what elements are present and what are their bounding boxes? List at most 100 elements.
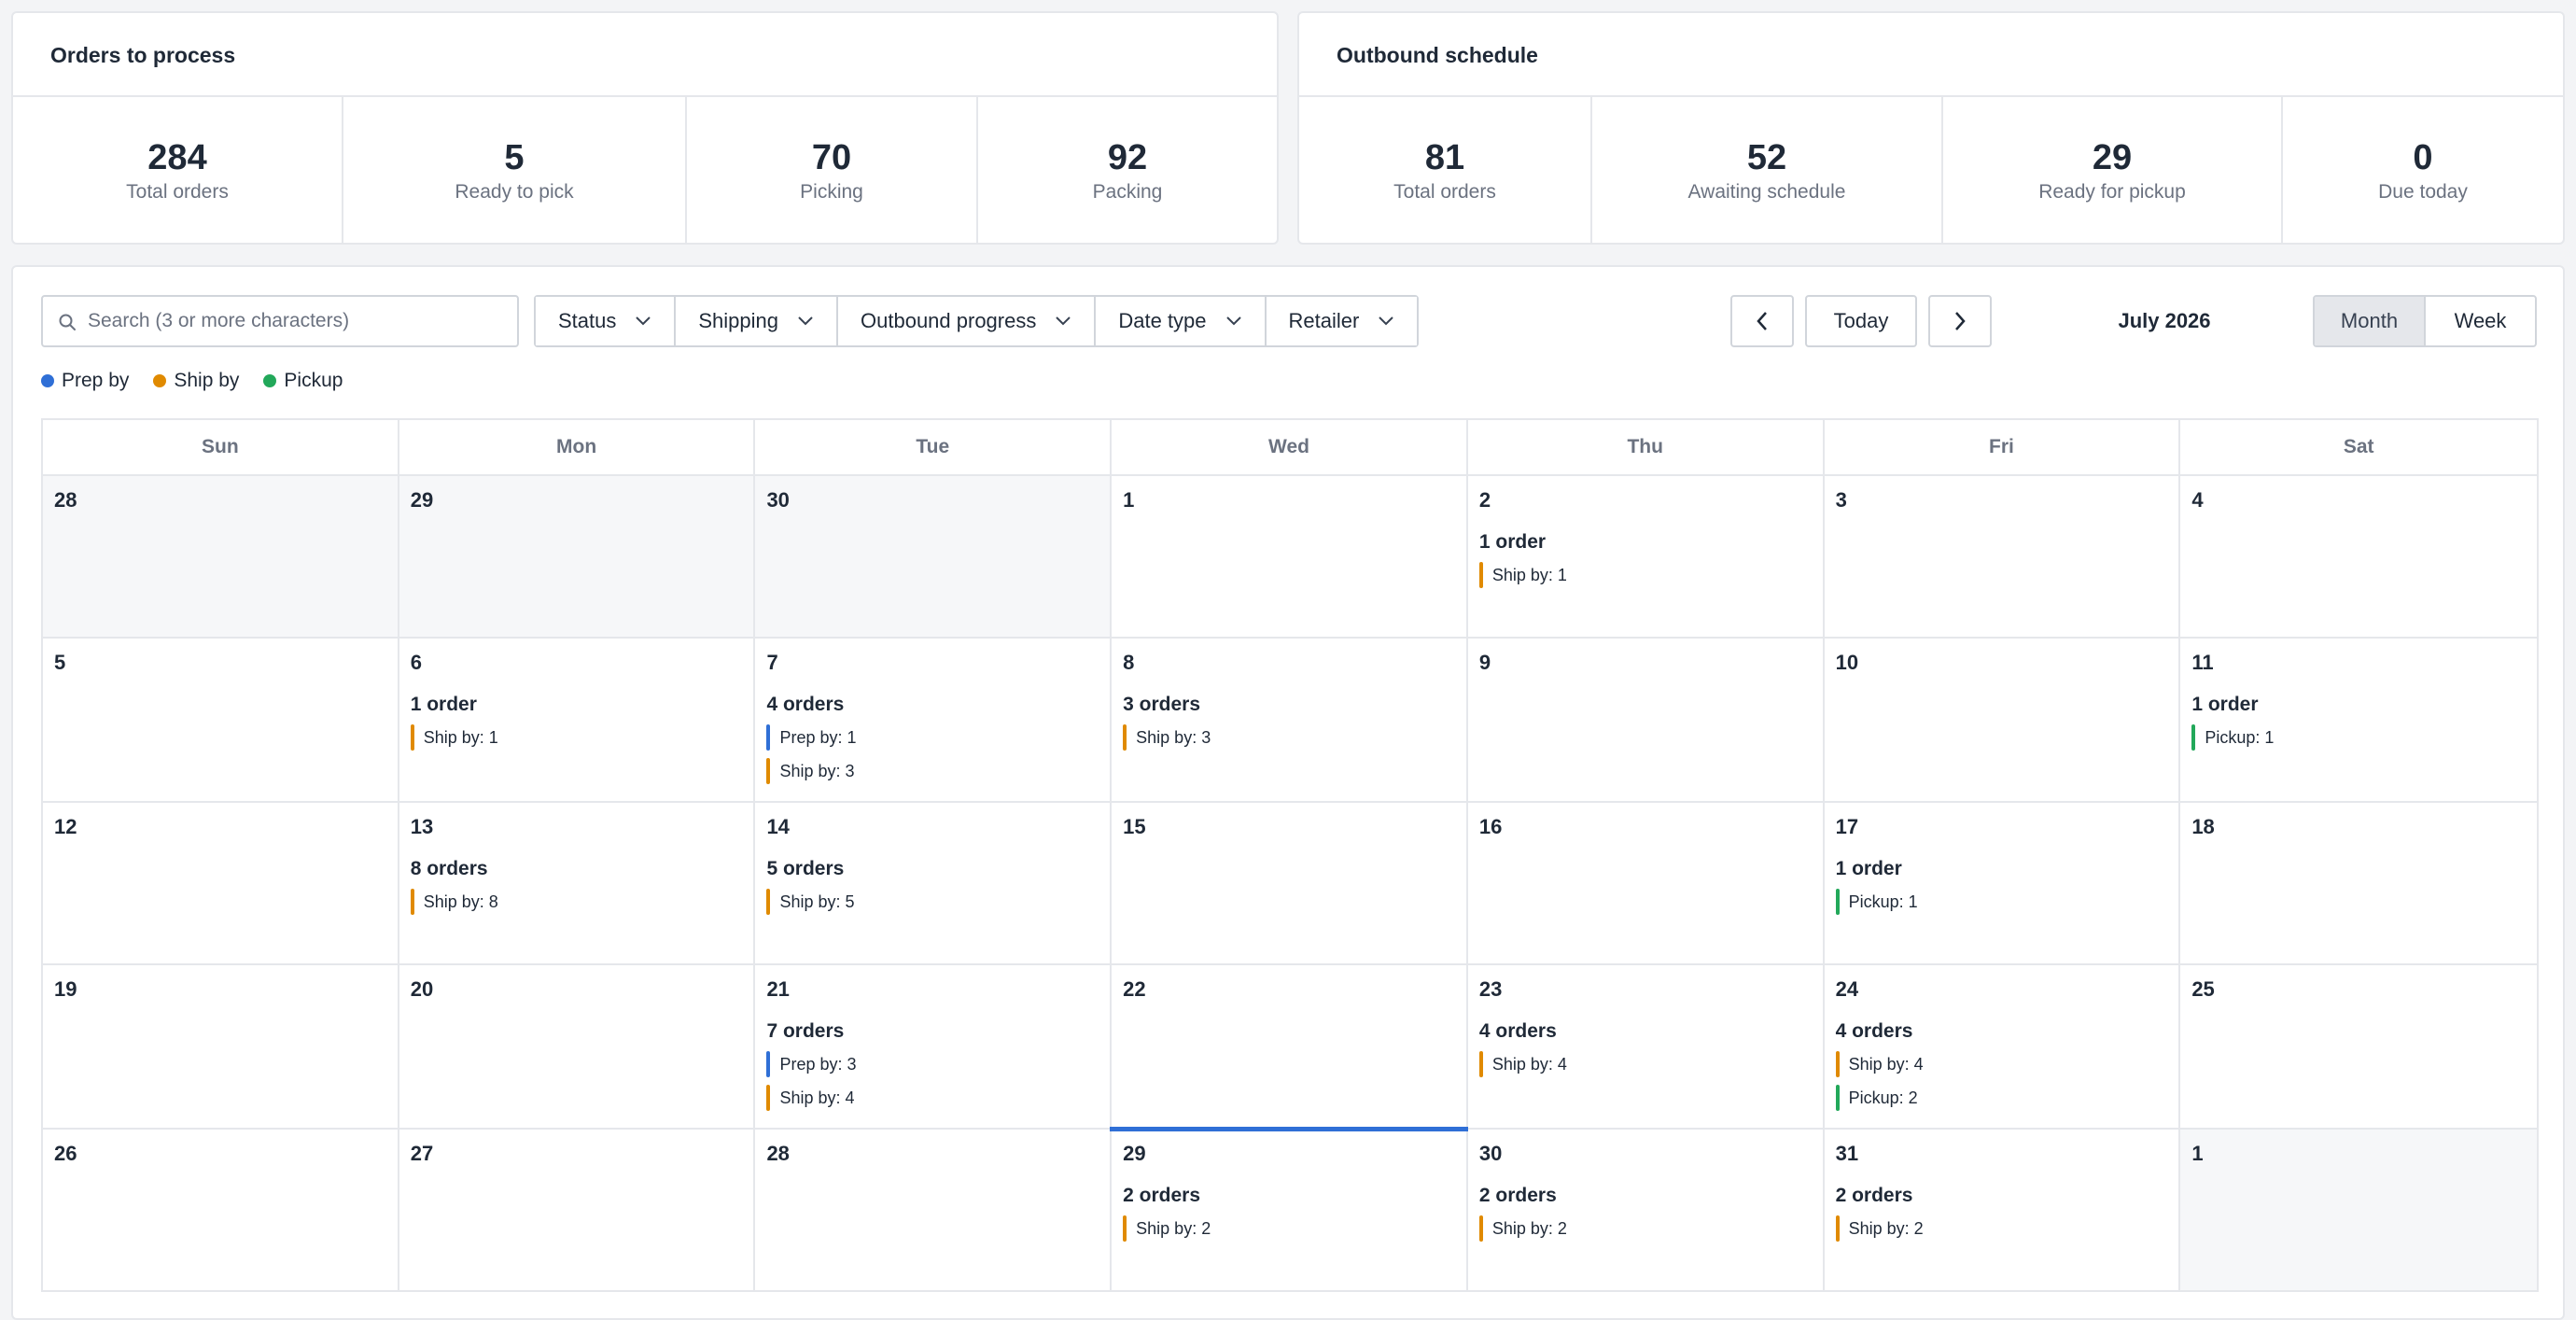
calendar-day[interactable]: 18	[2180, 803, 2537, 963]
filter-retailer[interactable]: Retailer	[1266, 297, 1418, 345]
event-pickup[interactable]: Pickup: 2	[1835, 1085, 2168, 1111]
day-order-count[interactable]: 3 orders	[1123, 693, 1455, 717]
calendar-day[interactable]: 1	[2180, 1130, 2538, 1290]
calendar-day[interactable]: 9	[1468, 639, 1825, 801]
calendar-day[interactable]: 28	[755, 1130, 1113, 1290]
calendar-day[interactable]: 17 1 order Pickup: 1	[1825, 803, 2181, 963]
event-prep[interactable]: Prep by: 1	[766, 724, 1099, 751]
calendar-day[interactable]: 1	[1112, 476, 1468, 637]
calendar-day[interactable]: 12	[43, 803, 399, 963]
calendar-day[interactable]: 15	[1112, 803, 1468, 963]
day-order-count[interactable]: 4 orders	[1836, 1019, 2168, 1044]
calendar-day[interactable]: 10	[1825, 639, 2181, 801]
view-month-button[interactable]: Month	[2315, 297, 2426, 345]
calendar-day[interactable]: 8 3 orders Ship by: 3	[1112, 639, 1468, 801]
calendar-day[interactable]: 2 1 order Ship by: 1	[1468, 476, 1825, 637]
event-ship[interactable]: Ship by: 1	[1478, 562, 1812, 588]
event-ship[interactable]: Ship by: 4	[1835, 1051, 2168, 1077]
stat-value: 70	[811, 138, 852, 177]
event-ship[interactable]: Ship by: 2	[1478, 1215, 1812, 1242]
event-ship[interactable]: Ship by: 2	[1123, 1215, 1455, 1242]
day-order-count[interactable]: 2 orders	[1123, 1184, 1455, 1208]
stat-picking[interactable]: 70 Picking	[687, 97, 978, 243]
day-number: 16	[1478, 815, 1503, 838]
event-ship[interactable]: Ship by: 4	[1478, 1051, 1812, 1077]
stat-ready-to-pick[interactable]: 5 Ready to pick	[343, 97, 687, 243]
calendar-day[interactable]: 14 5 orders Ship by: 5	[755, 803, 1113, 963]
day-order-count[interactable]: 2 orders	[1836, 1184, 2168, 1208]
calendar-day[interactable]: 24 4 orders Ship by: 4 Pickup: 2	[1825, 965, 2181, 1128]
day-order-count[interactable]: 2 orders	[1479, 1184, 1812, 1208]
search-input[interactable]	[88, 310, 498, 332]
day-order-count[interactable]: 1 order	[1479, 530, 1812, 555]
event-label: Pickup: 1	[2205, 727, 2275, 747]
calendar-day[interactable]: 25	[2180, 965, 2537, 1128]
calendar-day[interactable]: 16	[1468, 803, 1825, 963]
day-number: 29	[410, 488, 434, 512]
day-order-count[interactable]: 8 orders	[411, 857, 743, 881]
event-pickup[interactable]: Pickup: 1	[2191, 724, 2526, 751]
stat-packing[interactable]: 92 Packing	[978, 97, 1277, 243]
event-ship[interactable]: Ship by: 2	[1835, 1215, 2168, 1242]
calendar-day[interactable]: 29	[399, 476, 756, 637]
calendar-day[interactable]: 19	[43, 965, 399, 1128]
filter-status[interactable]: Status	[536, 297, 677, 345]
calendar-day[interactable]: 27	[399, 1130, 756, 1290]
event-ship[interactable]: Ship by: 3	[1123, 724, 1455, 751]
calendar-day[interactable]: 26	[43, 1130, 399, 1290]
view-week-button[interactable]: Week	[2426, 297, 2535, 345]
stat-ready-for-pickup[interactable]: 29 Ready for pickup	[1943, 97, 2283, 243]
event-ship[interactable]: Ship by: 3	[766, 758, 1099, 784]
day-order-count[interactable]: 4 orders	[1479, 1019, 1812, 1044]
event-ship[interactable]: Ship by: 1	[410, 724, 743, 751]
calendar-day[interactable]: 30	[755, 476, 1113, 637]
event-ship[interactable]: Ship by: 5	[766, 889, 1099, 915]
calendar-day[interactable]: 20	[399, 965, 756, 1128]
outbound-schedule-panel: Outbound schedule 81 Total orders 52 Awa…	[1297, 11, 2565, 245]
day-number: 30	[1478, 1142, 1503, 1165]
event-prep[interactable]: Prep by: 3	[766, 1051, 1099, 1077]
day-order-count[interactable]: 1 order	[411, 693, 743, 717]
calendar-day[interactable]: 6 1 order Ship by: 1	[399, 639, 756, 801]
stat-label: Total orders	[1393, 181, 1496, 203]
day-order-count[interactable]: 1 order	[2191, 693, 2526, 717]
search-box[interactable]	[41, 295, 519, 347]
event-color-bar	[1835, 1085, 1840, 1111]
today-button[interactable]: Today	[1805, 295, 1917, 347]
prev-month-button[interactable]	[1730, 295, 1794, 347]
calendar-day[interactable]: 13 8 orders Ship by: 8	[399, 803, 756, 963]
stat-due-today[interactable]: 0 Due today	[2283, 97, 2563, 243]
day-number: 1	[2191, 1142, 2204, 1165]
calendar-day[interactable]: 28	[43, 476, 399, 637]
day-number: 20	[410, 977, 434, 1001]
calendar-day[interactable]: 4	[2180, 476, 2537, 637]
day-order-count[interactable]: 5 orders	[766, 857, 1099, 881]
calendar-day[interactable]: 22	[1112, 965, 1468, 1128]
stat-total-orders[interactable]: 81 Total orders	[1299, 97, 1592, 243]
calendar-week-row: 28 29 30 1 2 1 order Ship by: 1 3 4	[43, 476, 2537, 639]
calendar-day[interactable]: 11 1 order Pickup: 1	[2180, 639, 2537, 801]
calendar-day[interactable]: 23 4 orders Ship by: 4	[1468, 965, 1825, 1128]
next-month-button[interactable]	[1928, 295, 1992, 347]
day-order-count[interactable]: 7 orders	[766, 1019, 1099, 1044]
stat-total-orders[interactable]: 284 Total orders	[13, 97, 343, 243]
calendar-day[interactable]: 30 2 orders Ship by: 2	[1468, 1130, 1825, 1290]
calendar-day[interactable]: 31 2 orders Ship by: 2	[1825, 1130, 2181, 1290]
event-ship[interactable]: Ship by: 4	[766, 1085, 1099, 1111]
event-pickup[interactable]: Pickup: 1	[1835, 889, 2168, 915]
calendar-day[interactable]: 5	[43, 639, 399, 801]
stat-awaiting-schedule[interactable]: 52 Awaiting schedule	[1592, 97, 1943, 243]
filter-shipping[interactable]: Shipping	[676, 297, 839, 345]
filter-label: Date type	[1118, 309, 1207, 332]
calendar-day[interactable]: 21 7 orders Prep by: 3 Ship by: 4	[755, 965, 1113, 1128]
calendar-day[interactable]: 7 4 orders Prep by: 1 Ship by: 3	[755, 639, 1113, 801]
filter-date-type[interactable]: Date type	[1096, 297, 1267, 345]
day-order-count[interactable]: 1 order	[1836, 857, 2168, 881]
filter-outbound-progress[interactable]: Outbound progress	[838, 297, 1097, 345]
day-order-count[interactable]: 4 orders	[766, 693, 1099, 717]
filter-label: Retailer	[1288, 309, 1360, 332]
legend-item-ship-by: Ship by	[153, 370, 239, 392]
calendar-day-today[interactable]: 29 2 orders Ship by: 2	[1110, 1127, 1468, 1290]
calendar-day[interactable]: 3	[1825, 476, 2181, 637]
event-ship[interactable]: Ship by: 8	[410, 889, 743, 915]
